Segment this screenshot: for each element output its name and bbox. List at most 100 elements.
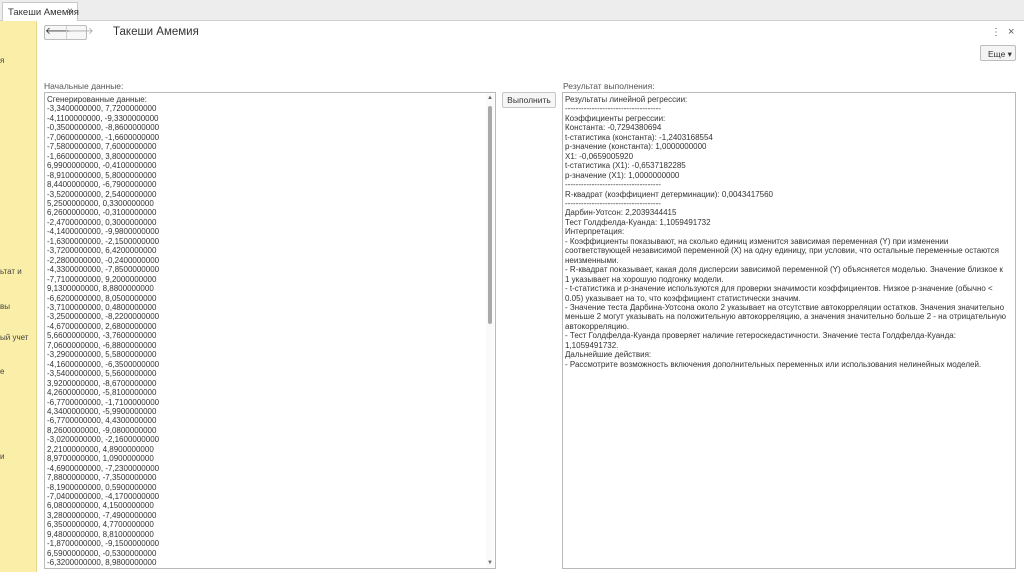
output-line: - Тест Голдфелда-Куанда проверяет наличи… [565, 331, 959, 350]
input-line: -4,3300000000, -7,8500000000 [47, 265, 160, 275]
input-line: -7,7100000000, 9,2000000000 [47, 274, 157, 284]
output-line: Коэффициенты регрессии: [565, 113, 666, 123]
input-line: -3,7100000000, 0,4800000000 [47, 302, 157, 312]
input-line: -7,5800000000, 7,6000000000 [47, 142, 157, 152]
output-line: p-значение (константа): 1,0000000000 [565, 142, 707, 152]
input-line: 5,6600000000, -3,7600000000 [47, 331, 157, 341]
input-line: -4,1400000000, -9,9800000000 [47, 227, 160, 237]
input-line: -3,0200000000, -2,1600000000 [47, 435, 160, 445]
input-line: 8,2600000000, -9,0800000000 [47, 425, 157, 435]
input-line: 8,4400000000, -6,7900000000 [47, 180, 157, 190]
output-line: - Коэффициенты показывают, на сколько ед… [565, 236, 1002, 265]
section-item[interactable]: вы [0, 302, 10, 311]
input-line: 6,3500000000, 4,7700000000 [47, 520, 154, 530]
result-field[interactable]: Результаты линейной регрессии: ----------… [562, 92, 1016, 569]
input-line: 8,9700000000, 1,0900000000 [47, 454, 154, 464]
output-line: Дарбин-Уотсон: 2,2039344415 [565, 208, 677, 218]
back-arrow-icon[interactable]: 🡐 [45, 26, 72, 39]
output-line: X1: -0,0659005920 [565, 151, 634, 161]
input-line: -3,2900000000, 5,5800000000 [47, 350, 157, 360]
input-line: -7,0600000000, -1,6600000000 [47, 132, 160, 142]
output-line: - Значение теста Дарбина-Уотсона около 2… [565, 302, 1009, 331]
tab-strip: Такеши Амемия × [0, 0, 1024, 21]
input-line: -4,1600000000, -6,3500000000 [47, 359, 160, 369]
input-line: 9,4800000000, 8,8100000000 [47, 529, 154, 539]
input-line: 3,2800000000, -7,4900000000 [47, 510, 157, 520]
input-line: -3,5200000000, 2,5400000000 [47, 189, 157, 199]
input-line: -8,9100000000, 5,8000000000 [47, 170, 157, 180]
output-line: ------------------------------------ [565, 180, 661, 190]
nav-buttons: 🡐 🡒 [44, 25, 94, 40]
section-item[interactable]: я [0, 56, 4, 65]
input-line: -6,6200000000, 8,0500000000 [47, 293, 157, 303]
input-line: 6,0800000000, 4,1500000000 [47, 501, 154, 511]
section-item[interactable]: ьтат и [0, 267, 22, 276]
section-item[interactable]: ый учет [0, 333, 28, 342]
input-line: 7,8800000000, -7,3500000000 [47, 473, 157, 483]
scroll-up-icon[interactable]: ▲ [486, 94, 494, 102]
tab-takeshi-amemiya[interactable]: Такеши Амемия × [2, 2, 79, 21]
scroll-thumb[interactable] [488, 106, 492, 324]
output-label: Результат выполнения: [563, 81, 655, 91]
input-line: -1,8700000000, -9,1500000000 [47, 539, 160, 549]
close-icon[interactable]: × [67, 6, 73, 17]
input-line: 6,2600000000, -0,3100000000 [47, 208, 157, 218]
input-line: 6,5900000000, -0,5300000000 [47, 548, 157, 558]
input-line: -4,6900000000, -7,2300000000 [47, 463, 160, 473]
input-line: -1,6600000000, 3,8000000000 [47, 151, 157, 161]
output-line: - R-квадрат показывает, какая доля диспе… [565, 265, 1006, 284]
input-line: -2,2800000000, -0,2400000000 [47, 255, 160, 265]
kebab-menu-icon[interactable]: ⋮ [991, 27, 1001, 38]
input-line: -8,1900000000, 0,5900000000 [47, 482, 157, 492]
input-line: 9,1300000000, 8,8800000000 [47, 284, 154, 294]
input-line: 2,2100000000, 4,8900000000 [47, 444, 154, 454]
result-text: Результаты линейной регрессии: ----------… [563, 93, 1015, 369]
page-title: Такеши Амемия [113, 26, 199, 38]
input-line: 4,2600000000, -5,8100000000 [47, 388, 157, 398]
scroll-down-icon[interactable]: ▼ [486, 559, 494, 567]
input-line: -4,6700000000, 2,6800000000 [47, 321, 157, 331]
input-scrollbar[interactable]: ▲ ▼ [486, 94, 494, 567]
output-line: Константа: -0,7294380694 [565, 123, 662, 133]
input-line: -4,1100000000, -9,3300000000 [47, 113, 159, 123]
section-item[interactable]: и [0, 452, 4, 461]
output-line: t-статистика (X1): -0,6537182285 [565, 161, 686, 171]
input-data-field[interactable]: Сгенерированные данные: -3,3400000000, 7,… [44, 92, 496, 569]
close-form-icon[interactable]: × [1008, 26, 1014, 38]
forward-arrow-icon[interactable]: 🡒 [66, 26, 94, 39]
input-label: Начальные данные: [44, 81, 124, 91]
more-button[interactable]: Еще ▾ [980, 45, 1016, 61]
input-line: -6,7700000000, 4,4300000000 [47, 416, 157, 426]
input-line: 6,9900000000, -0,4100000000 [47, 161, 157, 171]
input-line: 5,2500000000, 0,3300000000 [47, 198, 154, 208]
output-line: t-статистика (константа): -1,2403168554 [565, 132, 713, 142]
input-line: -3,7200000000, 6,4200000000 [47, 246, 157, 256]
output-line: Результаты линейной регрессии: [565, 95, 688, 104]
output-line: Интерпретация: [565, 227, 625, 237]
output-line: - t-статистика и p-значение используются… [565, 284, 995, 303]
sections-panel: я ьтат и вы ый учет е и [0, 21, 37, 572]
input-line: -3,2500000000, -8,2200000000 [47, 312, 160, 322]
input-line: -3,5400000000, 5,5600000000 [47, 369, 157, 379]
input-line: -2,4700000000, 0,3000000000 [47, 217, 157, 227]
output-line: Тест Голдфелда-Куанда: 1,1059491732 [565, 217, 711, 227]
input-line: -6,3200000000, 8,9800000000 [47, 558, 157, 568]
output-line: ------------------------------------ [565, 198, 661, 208]
output-line: - Рассмотрите возможность включения допо… [565, 359, 982, 369]
input-data-text: Сгенерированные данные: -3,3400000000, 7,… [45, 93, 495, 568]
input-line: -6,7700000000, -1,7100000000 [47, 397, 160, 407]
output-line: Дальнейшие действия: [565, 350, 652, 360]
input-line: -7,0400000000, -4,1700000000 [47, 492, 160, 502]
input-line: Сгенерированные данные: [47, 95, 147, 104]
output-line: ------------------------------------ [565, 104, 661, 114]
output-line: p-значение (X1): 1,0000000000 [565, 170, 680, 180]
input-line: 4,3400000000, -5,9900000000 [47, 406, 157, 416]
input-line: -3,3400000000, 7,7200000000 [47, 104, 157, 114]
input-line: 7,0600000000, -6,8800000000 [47, 340, 157, 350]
input-line: -1,6300000000, -2,1500000000 [47, 236, 160, 246]
run-button[interactable]: Выполнить [502, 92, 556, 108]
output-line: R-квадрат (коэффициент детерминации): 0,… [565, 189, 774, 199]
section-item[interactable]: е [0, 367, 4, 376]
input-line: -0,3500000000, -8,8600000000 [47, 123, 160, 133]
input-line: 3,9200000000, -8,6700000000 [47, 378, 157, 388]
